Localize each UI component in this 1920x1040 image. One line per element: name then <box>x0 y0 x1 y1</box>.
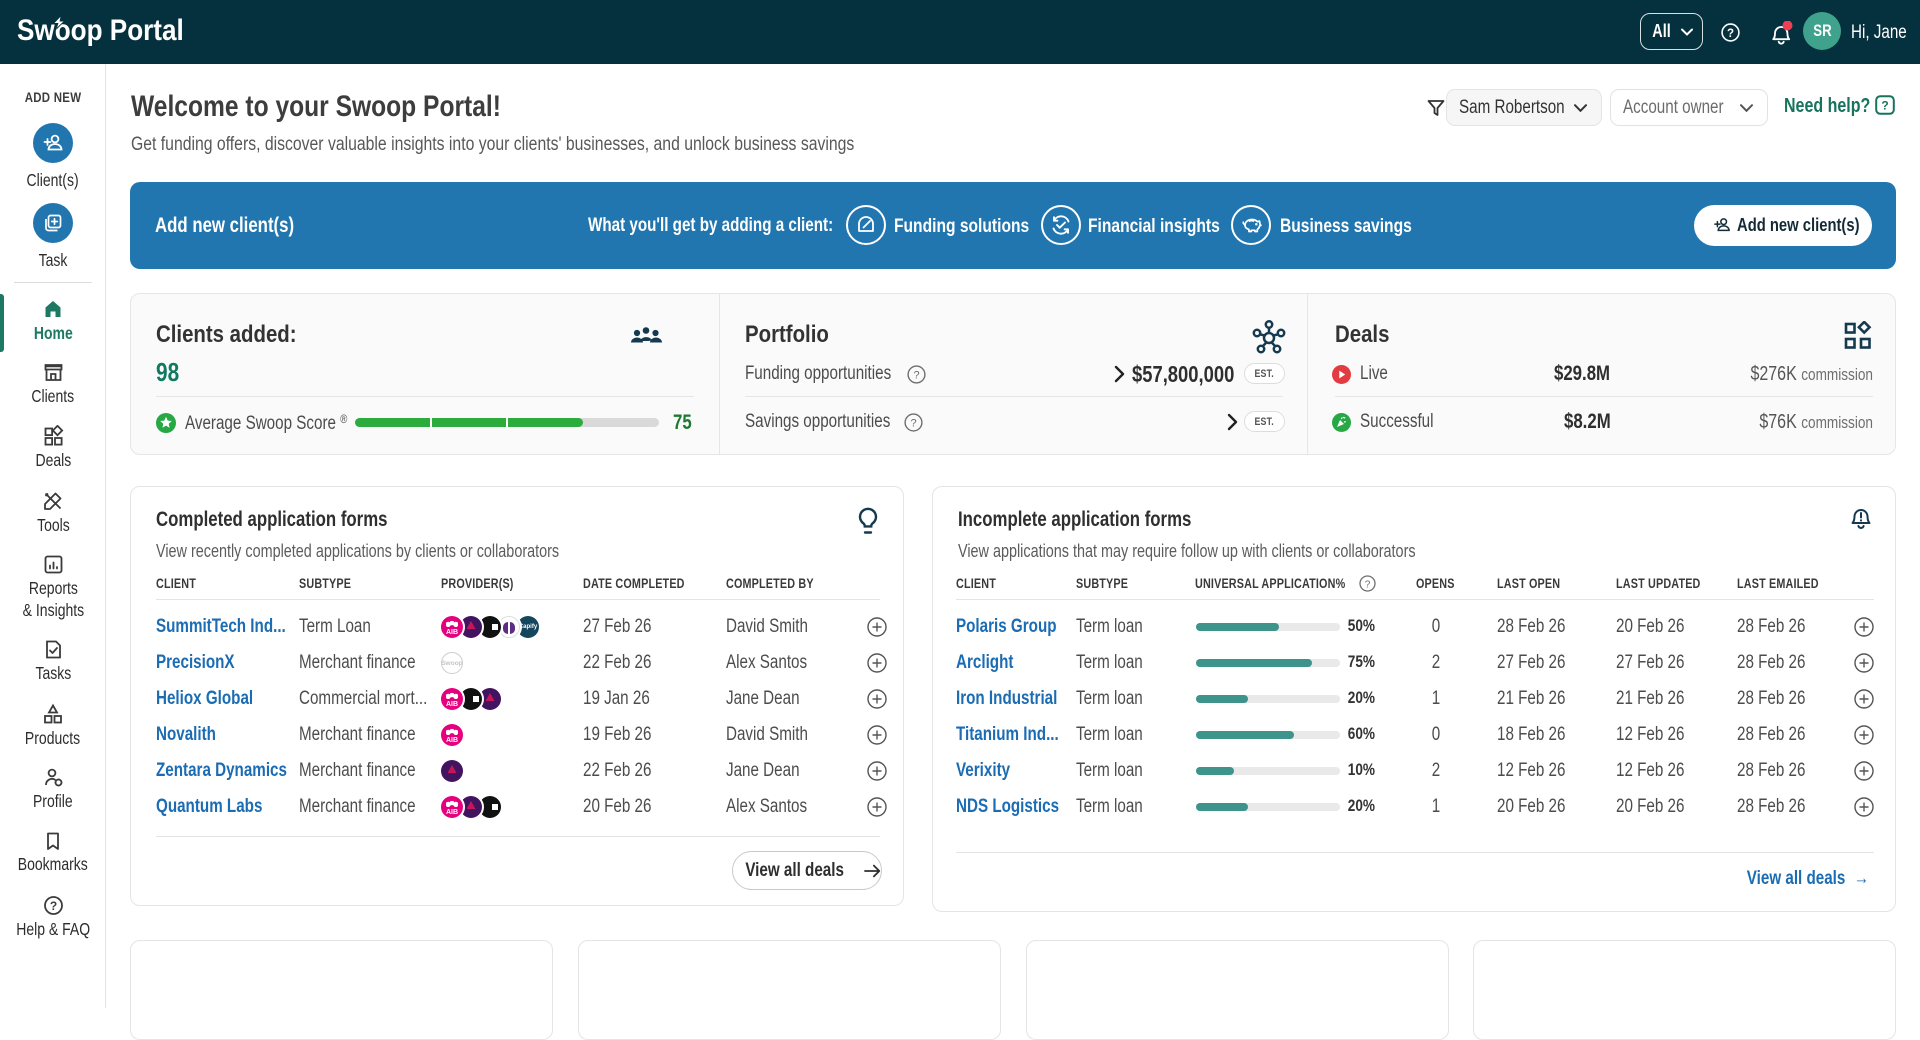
svg-text:?: ? <box>1881 98 1888 112</box>
svg-text:?: ? <box>49 899 56 913</box>
svg-text:?: ? <box>1727 28 1734 40</box>
svg-text:?: ? <box>1365 579 1371 590</box>
svg-text:?: ? <box>910 418 916 430</box>
svg-text:?: ? <box>913 370 919 382</box>
